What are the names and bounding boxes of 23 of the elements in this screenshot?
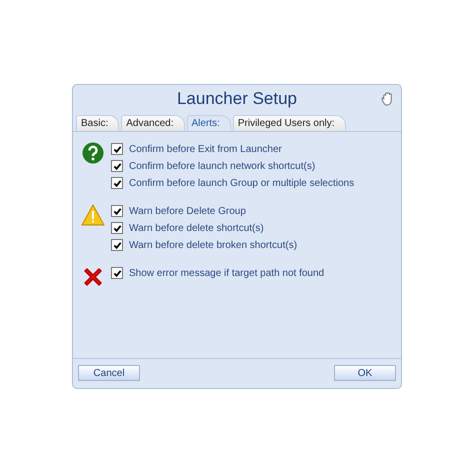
option-label: Warn before delete shortcut(s) [129,222,264,234]
window-title: Launcher Setup [176,89,298,110]
checkbox[interactable] [111,177,123,189]
checkbox[interactable] [111,205,123,217]
question-icon [81,142,105,164]
checkbox[interactable] [111,143,123,155]
option-label: Confirm before launch network shortcut(s) [129,160,316,172]
option-label: Confirm before Exit from Launcher [129,144,282,154]
option-label: Warn before Delete Group [129,206,246,216]
tab[interactable]: Basic: [76,115,120,131]
checkbox[interactable] [111,160,123,172]
warning-icon [81,204,105,226]
option-label: Show error message if target path not found [129,268,324,278]
ok-button[interactable]: OK [334,365,396,381]
checkbox[interactable] [111,222,123,234]
option-label: Confirm before launch Group or multiple selections [129,178,354,188]
checkbox[interactable] [111,267,123,279]
checkbox[interactable] [111,239,123,251]
option-label: Warn before delete broken shortcut(s) [129,240,298,250]
tab[interactable]: Advanced: [121,115,184,131]
tab[interactable]: Alerts: [186,115,231,131]
tab[interactable]: Privileged Users only: [232,115,346,131]
cancel-button[interactable]: Cancel [78,365,140,381]
